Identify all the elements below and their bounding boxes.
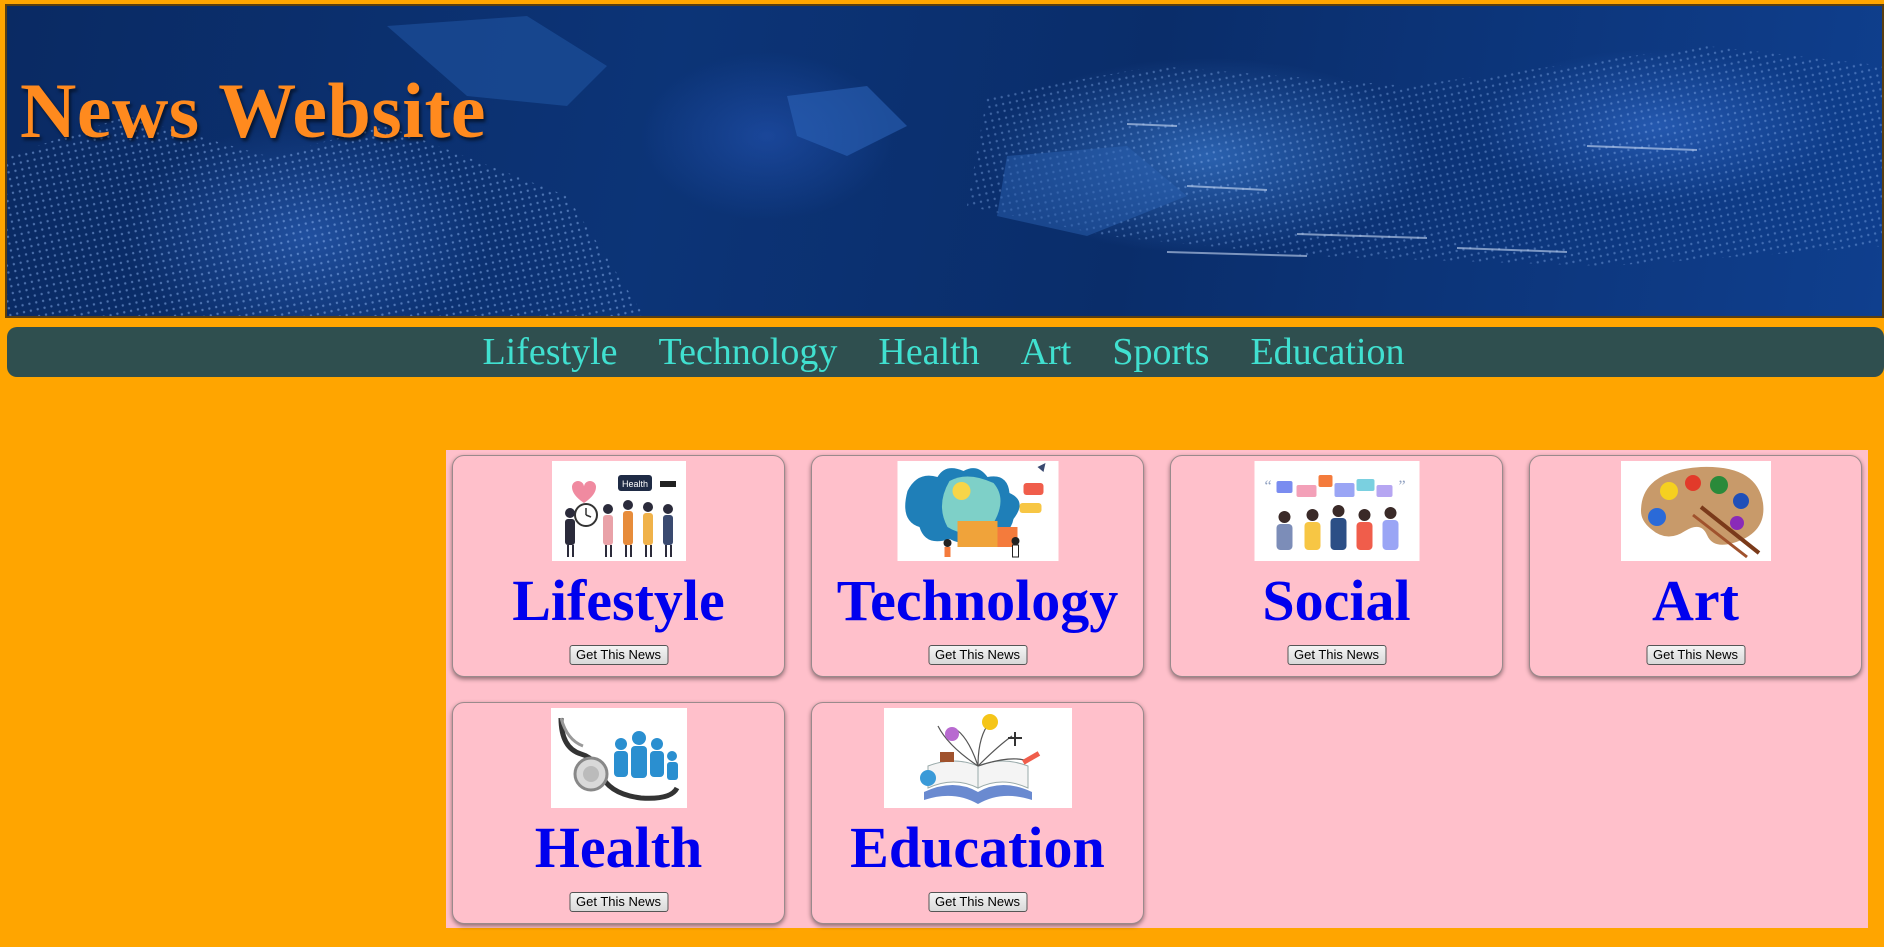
health-stethoscope-illustration	[550, 708, 687, 808]
news-cards-grid: Health Lifestyle Get This News Technolog…	[446, 450, 1868, 928]
card-title: Social	[1262, 568, 1411, 633]
technology-illustration	[897, 461, 1058, 561]
nav-link-technology[interactable]: Technology	[659, 333, 838, 371]
header-banner: News Website	[5, 4, 1884, 318]
news-card-technology: Technology Get This News	[811, 455, 1144, 677]
news-card-art: Art Get This News	[1529, 455, 1862, 677]
nav-link-lifestyle[interactable]: Lifestyle	[482, 333, 617, 371]
news-card-lifestyle: Health Lifestyle Get This News	[452, 455, 785, 677]
get-news-button-education[interactable]: Get This News	[927, 892, 1028, 912]
art-palette-illustration	[1620, 461, 1771, 561]
main-nav: Lifestyle Technology Health Art Sports E…	[7, 327, 1884, 377]
get-news-button-lifestyle[interactable]: Get This News	[568, 645, 669, 665]
nav-link-education[interactable]: Education	[1250, 333, 1404, 371]
card-title: Technology	[836, 568, 1119, 633]
card-title: Art	[1652, 568, 1739, 633]
news-card-education: Education Get This News	[811, 702, 1144, 924]
lifestyle-illustration: Health	[551, 461, 686, 561]
nav-link-health[interactable]: Health	[878, 333, 979, 371]
nav-link-sports[interactable]: Sports	[1112, 333, 1209, 371]
card-title: Health	[534, 815, 703, 880]
card-title: Education	[850, 815, 1105, 880]
get-news-button-health[interactable]: Get This News	[568, 892, 669, 912]
get-news-button-social[interactable]: Get This News	[1286, 645, 1387, 665]
svg-text:”: ”	[1398, 478, 1405, 495]
get-news-button-technology[interactable]: Get This News	[927, 645, 1028, 665]
education-book-illustration	[883, 708, 1072, 808]
news-card-health: Health Get This News	[452, 702, 785, 924]
social-illustration: “ ”	[1254, 461, 1419, 561]
world-map-background	[7, 16, 1882, 316]
site-title: News Website	[20, 67, 487, 154]
svg-text:Health: Health	[621, 479, 647, 489]
get-news-button-art[interactable]: Get This News	[1645, 645, 1746, 665]
svg-text:“: “	[1264, 478, 1271, 495]
nav-link-art[interactable]: Art	[1021, 333, 1072, 371]
news-card-social: “ ” Social Get This News	[1170, 455, 1503, 677]
card-title: Lifestyle	[512, 568, 725, 633]
